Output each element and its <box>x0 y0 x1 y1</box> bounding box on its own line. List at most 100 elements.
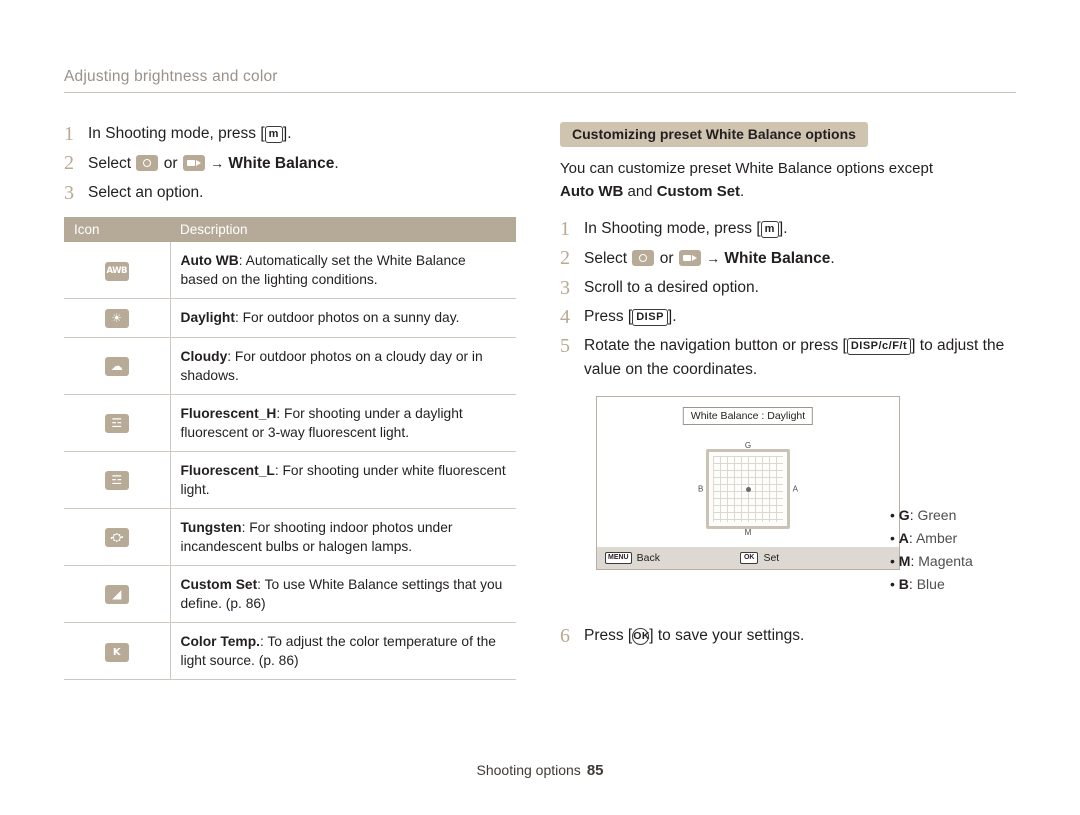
table-row: ☲ Fluorescent_L: For shooting under whit… <box>64 451 516 509</box>
fluorescent-h-icon: ☲ <box>104 414 129 433</box>
table-cell-description: Fluorescent_L: For shooting under white … <box>170 451 516 509</box>
left-step-1: 1 In Shooting mode, press [m]. <box>64 122 524 146</box>
table-cell-description: Color Temp.: To adjust the color tempera… <box>170 622 516 680</box>
legend-letter: B <box>898 576 909 592</box>
step-number: 4 <box>560 306 570 328</box>
step-text: In Shooting mode, press [m]. <box>584 217 788 241</box>
step-text-after: ] to save your settings. <box>649 627 805 644</box>
header-divider <box>64 92 1016 93</box>
table-row: ⛮ Tungsten: For shooting indoor photos u… <box>64 508 516 566</box>
left-step-3: 3 Select an option. <box>64 181 524 205</box>
legend-item-magenta: • M: Magenta <box>890 553 973 569</box>
option-desc: : For outdoor photos on a sunny day. <box>234 310 460 325</box>
coordinate-box: G M B A <box>698 441 798 537</box>
page-footer: Shooting options 85 <box>0 762 1080 779</box>
intro-bold-custom-set: Custom Set <box>656 183 741 200</box>
legend-letter: G <box>898 507 910 523</box>
camera-mode-icon <box>632 250 655 266</box>
table-cell-icon: ☀ <box>64 298 171 338</box>
lcd-set-label: Set <box>763 552 780 564</box>
table-cell-icon: AWB <box>64 242 171 299</box>
intro-bold-auto-wb: Auto WB <box>560 183 624 200</box>
step-number: 1 <box>560 218 570 240</box>
step-number: 3 <box>560 277 570 299</box>
coordinate-marker <box>745 486 751 492</box>
option-term: Fluorescent_L <box>180 463 275 478</box>
video-mode-icon <box>678 250 701 266</box>
tungsten-icon: ⛮ <box>104 528 129 547</box>
section-intro: You can customize preset White Balance o… <box>560 157 1030 203</box>
ok-key-icon: OK <box>739 552 759 564</box>
step-number: 1 <box>64 123 74 145</box>
step-text-before: Press [ <box>584 308 633 325</box>
lcd-title: White Balance : Daylight <box>682 407 814 425</box>
step-text-or: or <box>655 250 678 267</box>
step-text-after: . <box>334 155 339 172</box>
coord-label-amber: A <box>792 484 798 494</box>
table-header-row: Icon Description <box>64 217 516 242</box>
option-term: Daylight <box>180 310 235 325</box>
table-cell-icon: ☲ <box>64 394 171 452</box>
table-cell-description: Cloudy: For outdoor photos on a cloudy d… <box>170 337 516 395</box>
video-mode-icon <box>182 155 205 171</box>
right-step-4: 4 Press [DISP]. <box>560 305 1030 329</box>
table-header-description: Description <box>170 217 516 242</box>
legend-word: Amber <box>915 530 958 546</box>
step-text: Press [OK] to save your settings. <box>584 624 804 648</box>
step-text: In Shooting mode, press [m]. <box>88 122 292 146</box>
step-number: 5 <box>560 335 570 357</box>
table-cell-description: Fluorescent_H: For shooting under a dayl… <box>170 394 516 452</box>
option-term: Cloudy <box>180 349 228 364</box>
lcd-illustration-wrap: White Balance : Daylight G M B A MENU Ba… <box>560 396 1030 606</box>
option-term: Color Temp. <box>180 634 260 649</box>
table-cell-description: Tungsten: For shooting indoor photos und… <box>170 508 516 566</box>
arrow-icon: → <box>706 250 721 266</box>
step-number: 2 <box>64 152 74 174</box>
table-cell-icon: ☁ <box>64 337 171 395</box>
table-row: ◢ Custom Set: To use White Balance setti… <box>64 565 516 623</box>
step-text-after: ]. <box>282 125 292 142</box>
step-text-before: In Shooting mode, press [ <box>88 125 265 142</box>
table-cell-icon: K <box>64 622 171 680</box>
section-title: Customizing preset White Balance options <box>560 122 868 147</box>
step-number: 2 <box>560 247 570 269</box>
option-term: Tungsten <box>180 520 242 535</box>
table-row: AWB Auto WB: Automatically set the White… <box>64 242 516 299</box>
coord-label-blue: B <box>698 484 704 494</box>
table-row: K Color Temp.: To adjust the color tempe… <box>64 622 516 680</box>
step-text-after: ]. <box>667 308 677 325</box>
coordinate-legend: • G: Green • A: Amber • M: Magenta • B: … <box>890 504 973 596</box>
option-term: Custom Set <box>180 577 258 592</box>
step-text-before: In Shooting mode, press [ <box>584 220 761 237</box>
ok-key-icon: OK <box>632 628 649 645</box>
option-term: Fluorescent_H <box>180 406 277 421</box>
menu-key-icon: MENU <box>605 552 632 564</box>
right-step-1: 1 In Shooting mode, press [m]. <box>560 217 1030 241</box>
white-balance-options-table: Icon Description AWB Auto WB: Automatica… <box>64 217 516 680</box>
lcd-back-label: Back <box>636 552 660 564</box>
lcd-bottom-bar: MENU Back OK Set <box>597 547 899 569</box>
table-cell-icon: ◢ <box>64 565 171 623</box>
step-number: 6 <box>560 625 570 647</box>
left-column: 1 In Shooting mode, press [m]. 2 Select … <box>64 122 524 680</box>
lcd-back-control: MENU Back <box>605 552 660 564</box>
legend-word: Magenta <box>918 553 973 569</box>
legend-letter: A <box>898 530 909 546</box>
cloudy-icon: ☁ <box>104 357 129 376</box>
step-text-after: . <box>830 250 835 267</box>
table-row: ☀ Daylight: For outdoor photos on a sunn… <box>64 298 516 338</box>
table-cell-icon: ☲ <box>64 451 171 509</box>
option-term: Auto WB <box>180 253 239 268</box>
coord-label-green: G <box>744 441 752 450</box>
step-text: Select or → White Balance. <box>88 151 339 176</box>
footer-label: Shooting options <box>476 762 581 778</box>
left-step-2: 2 Select or → White Balance. <box>64 151 524 176</box>
menu-key-icon: m <box>264 126 283 143</box>
disp-key-icon: DISP <box>632 309 668 326</box>
legend-word: Blue <box>916 576 945 592</box>
step-text-or: or <box>159 155 182 172</box>
page-number: 85 <box>586 762 604 779</box>
fluorescent-l-icon: ☲ <box>104 471 129 490</box>
table-row: ☲ Fluorescent_H: For shooting under a da… <box>64 394 516 452</box>
intro-line-1: You can customize preset White Balance o… <box>560 160 933 177</box>
